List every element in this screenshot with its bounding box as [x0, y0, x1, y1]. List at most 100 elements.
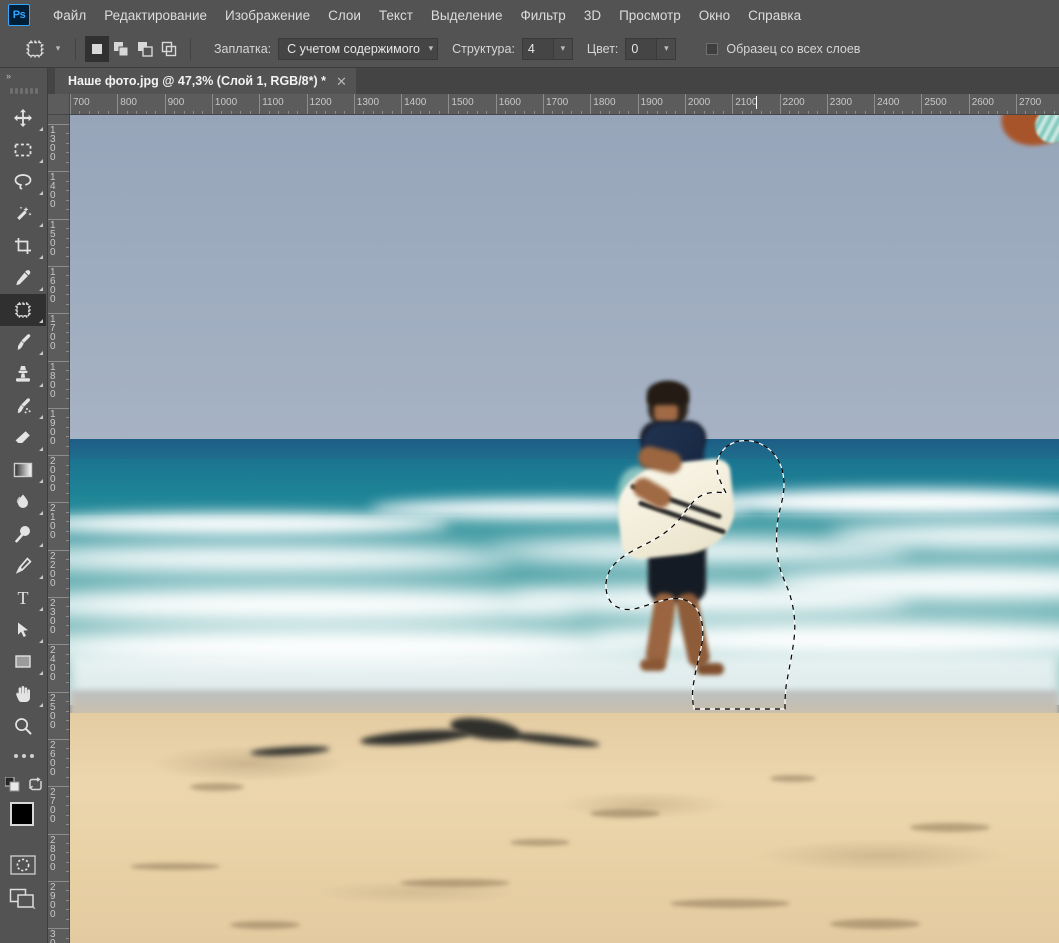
menu-select[interactable]: Выделение: [422, 4, 512, 27]
gradient-tool[interactable]: [0, 454, 46, 486]
patch-tool-icon[interactable]: [22, 36, 48, 62]
ruler-cursor-marker: [755, 96, 757, 109]
ruler-label: 1500: [50, 219, 56, 258]
color-stepper[interactable]: 0 ▾: [625, 37, 677, 60]
photoshop-window: Ps Файл Редактирование Изображение Слои …: [0, 0, 1059, 943]
type-tool[interactable]: T: [0, 582, 46, 614]
image-canvas[interactable]: [70, 115, 1059, 943]
menu-file[interactable]: Файл: [44, 4, 95, 27]
photo-beach-surfer: [70, 115, 1059, 943]
ruler-label: 1600: [50, 266, 56, 305]
menu-window[interactable]: Окно: [690, 4, 739, 27]
add-to-selection-button[interactable]: [109, 36, 133, 62]
tool-flyout-indicator: [39, 479, 43, 483]
tool-flyout-indicator: [39, 671, 43, 675]
lasso-tool[interactable]: [0, 166, 46, 198]
menu-help[interactable]: Справка: [739, 4, 810, 27]
ruler-label: 1700: [50, 314, 56, 353]
crop-tool[interactable]: [0, 230, 46, 262]
menu-layers[interactable]: Слои: [319, 4, 370, 27]
ruler-label: 1200: [309, 97, 332, 108]
color-value[interactable]: 0: [625, 37, 658, 60]
foreground-object-corner: [993, 115, 1059, 167]
ruler-label: 1900: [50, 408, 56, 447]
color-swatches: [10, 802, 48, 848]
blur-tool[interactable]: [0, 486, 46, 518]
ruler-label: 2500: [924, 97, 947, 108]
menu-view[interactable]: Просмотр: [610, 4, 690, 27]
menu-edit[interactable]: Редактирование: [95, 4, 216, 27]
vertical-ruler[interactable]: 1300 1400 1500 1600 1700 1800 1900 2000 2100 2200…: [48, 115, 70, 943]
ruler-label: 1900: [640, 97, 663, 108]
structure-stepper[interactable]: 4 ▾: [521, 37, 573, 60]
structure-chevron-down-icon[interactable]: ▾: [553, 37, 573, 60]
tool-flyout-indicator: [39, 223, 43, 227]
history-brush-tool[interactable]: [0, 390, 46, 422]
ruler-label: 2900: [50, 881, 56, 920]
menu-type[interactable]: Текст: [370, 4, 422, 27]
drag-handle-icon[interactable]: [0, 84, 47, 98]
color-label: Цвет:: [586, 41, 619, 56]
brush-tool[interactable]: [0, 326, 46, 358]
pen-tool[interactable]: [0, 550, 46, 582]
ruler-origin-corner[interactable]: [48, 94, 70, 115]
new-selection-button[interactable]: [85, 35, 109, 62]
rectangular-marquee-tool[interactable]: [0, 134, 46, 166]
ruler-label: 1300: [356, 97, 380, 108]
eraser-tool[interactable]: [0, 422, 46, 454]
tool-preset-chevron-down-icon[interactable]: ▾: [50, 38, 66, 60]
ruler-label: 1800: [593, 97, 616, 108]
patch-tool[interactable]: [0, 294, 46, 326]
patch-mode-select[interactable]: С учетом содержимого ▾: [278, 37, 439, 60]
color-chevron-down-icon[interactable]: ▾: [657, 37, 677, 60]
move-tool[interactable]: [0, 102, 46, 134]
screen-mode-button[interactable]: [0, 882, 46, 916]
clone-stamp-tool[interactable]: [0, 358, 46, 390]
quick-mask-button[interactable]: [0, 848, 46, 882]
intersect-selection-button[interactable]: [157, 36, 181, 62]
sky-region: [70, 115, 1059, 445]
close-icon[interactable]: ✕: [336, 75, 347, 88]
svg-text:T: T: [18, 588, 29, 608]
rectangle-shape-tool[interactable]: [0, 646, 46, 678]
menu-bar: Ps Файл Редактирование Изображение Слои …: [0, 0, 1059, 30]
path-selection-tool[interactable]: [0, 614, 46, 646]
edit-toolbar-button[interactable]: [0, 742, 47, 770]
menu-image[interactable]: Изображение: [216, 4, 319, 27]
dodge-tool[interactable]: [0, 518, 46, 550]
ruler-label: 1800: [50, 361, 56, 400]
sand-shadow: [510, 839, 570, 846]
double-chevron-right-icon[interactable]: »: [0, 68, 47, 84]
surfer-foot-back: [640, 659, 666, 671]
seaweed-debris: [448, 714, 522, 744]
menu-3d[interactable]: 3D: [575, 4, 610, 27]
surfer-hair: [647, 381, 689, 405]
sand-shadow: [190, 783, 244, 791]
seaweed-debris: [249, 744, 331, 758]
quick-selection-tool[interactable]: [0, 198, 46, 230]
hand-tool[interactable]: [0, 678, 46, 710]
app-logo-icon[interactable]: Ps: [8, 4, 30, 26]
sand-region: [70, 713, 1059, 943]
ruler-label: 900: [167, 97, 185, 108]
checkbox-box-icon[interactable]: [706, 42, 719, 55]
document-tab[interactable]: Наше фото.jpg @ 47,3% (Слой 1, RGB/8*) *…: [55, 68, 356, 94]
swap-arrows-icon[interactable]: [28, 777, 43, 797]
tool-flyout-indicator: [39, 191, 43, 195]
subtract-from-selection-button[interactable]: [133, 36, 157, 62]
patch-mode-value: С учетом содержимого: [287, 41, 420, 56]
tool-flyout-indicator: [39, 447, 43, 451]
eyedropper-tool[interactable]: [0, 262, 46, 294]
horizontal-ruler[interactable]: 700 800 900 1000 1100 1200 1300 1400 1500 1600 170…: [70, 94, 1059, 115]
ruler-label: 2100: [735, 97, 758, 108]
structure-value[interactable]: 4: [521, 37, 554, 60]
zoom-tool[interactable]: [0, 710, 46, 742]
menu-filter[interactable]: Фильтр: [511, 4, 574, 27]
default-colors-icon[interactable]: [4, 776, 20, 797]
tool-flyout-indicator: [39, 159, 43, 163]
document-tab-title: Наше фото.jpg @ 47,3% (Слой 1, RGB/8*) *: [68, 74, 327, 88]
foreground-color-swatch[interactable]: [10, 802, 34, 826]
ellipsis-icon: [29, 754, 34, 758]
tool-flyout-indicator: [39, 351, 43, 355]
sample-all-layers-checkbox[interactable]: Образец со всех слоев: [706, 42, 860, 56]
